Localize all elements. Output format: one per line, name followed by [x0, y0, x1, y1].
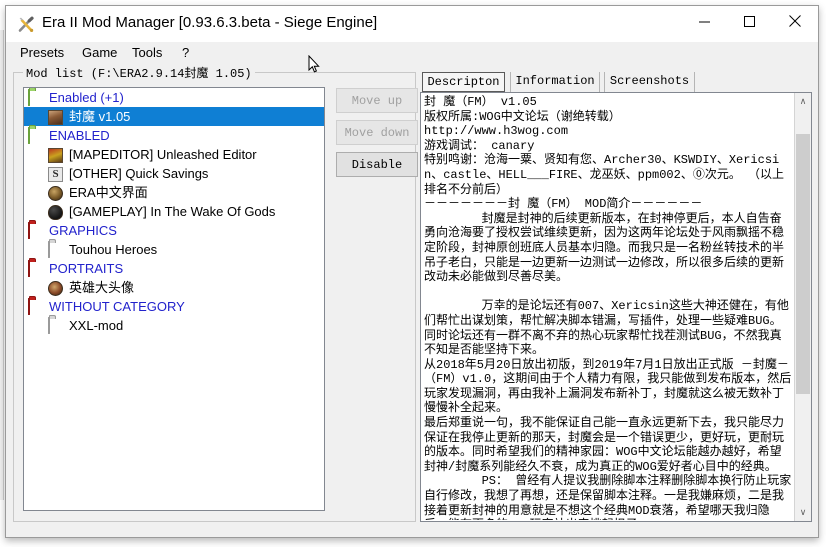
description-scrollbar[interactable]: ∧ ∨ [794, 93, 811, 521]
mod-list-item[interactable]: Touhou Heroes [24, 240, 324, 259]
mod-row-label: ERA中文界面 [69, 184, 148, 200]
mod-row-label: GRAPHICS [49, 222, 117, 238]
wog-icon [48, 204, 64, 220]
mod-category-row[interactable]: Enabled (+1) [24, 88, 324, 107]
mod-portrait-icon [48, 109, 64, 125]
mod-list-item[interactable]: 封魔 v1.05 [24, 107, 324, 126]
window-title: Era II Mod Manager [0.93.6.3.beta - Sieg… [42, 14, 378, 31]
scrollbar-thumb[interactable] [796, 133, 810, 394]
mod-category-row[interactable]: ENABLED [24, 126, 324, 145]
folder-red-icon [28, 297, 44, 315]
folder-red-icon [28, 259, 44, 277]
folder-red-icon [28, 221, 44, 239]
description-box: 封 魔（FM） v1.05 版权所属:WOG中文论坛（谢绝转载） http://… [420, 92, 812, 522]
mod-row-label: XXL-mod [69, 317, 124, 333]
menu-item-tools[interactable]: Tools [128, 44, 166, 61]
tools-icon [17, 16, 35, 34]
move-down-button[interactable]: Move down [336, 120, 418, 145]
maximize-button[interactable] [727, 6, 772, 36]
mod-list-item[interactable]: S [OTHER] Quick Savings [24, 164, 324, 183]
mod-row-label: 英雄大头像 [69, 279, 135, 295]
disable-button[interactable]: Disable [336, 152, 418, 177]
tab-strip: Descripton Information Screenshots [420, 72, 812, 93]
details-panel: Descripton Information Screenshots 封 魔（FM）… [420, 72, 812, 522]
desktop-edge-sliver [0, 30, 4, 500]
map-editor-icon [48, 147, 64, 163]
mod-row-label: [OTHER] Quick Savings [69, 165, 209, 181]
menu-item-game[interactable]: Game [78, 44, 121, 61]
move-up-button[interactable]: Move up [336, 88, 418, 113]
mod-list-item[interactable]: [MAPEDITOR] Unleashed Editor [24, 145, 324, 164]
tab-information[interactable]: Information [510, 72, 600, 92]
folder-gray-icon [48, 316, 64, 334]
app-window: Era II Mod Manager [0.93.6.3.beta - Sieg… [5, 5, 819, 538]
mod-row-label: Enabled (+1) [49, 89, 124, 105]
mod-category-row[interactable]: GRAPHICS [24, 221, 324, 240]
mod-list-path-caption: Mod list (F:\ERA2.9.14封魔 1.05) [23, 64, 255, 81]
menu-bar: Presets Game Tools? [6, 42, 818, 62]
mod-row-label: PORTRAITS [49, 260, 124, 276]
mod-category-row[interactable]: WITHOUT CATEGORY [24, 297, 324, 316]
portrait-icon [48, 280, 64, 296]
description-text: 封 魔（FM） v1.05 版权所属:WOG中文论坛（谢绝转载） http://… [424, 95, 792, 520]
mod-list-item[interactable]: [GAMEPLAY] In The Wake Of Gods [24, 202, 324, 221]
mod-list-box[interactable]: Enabled (+1) 封魔 v1.05 ENABLED [MAPEDITOR] U… [23, 87, 325, 511]
mod-list-item[interactable]: 英雄大头像 [24, 278, 324, 297]
menu-item-[interactable]: ? [178, 44, 193, 61]
mod-list-item[interactable]: ERA中文界面 [24, 183, 324, 202]
folder-green-icon [28, 126, 44, 144]
mod-row-label: ENABLED [49, 127, 110, 143]
mod-category-row[interactable]: PORTRAITS [24, 259, 324, 278]
title-bar: Era II Mod Manager [0.93.6.3.beta - Sieg… [6, 6, 818, 42]
mod-list-group: Mod list (F:\ERA2.9.14封魔 1.05) Enabled (… [13, 64, 418, 522]
tab-descripton[interactable]: Descripton [422, 72, 505, 92]
scroll-down-arrow-icon[interactable]: ∨ [795, 504, 811, 521]
minimize-button[interactable] [682, 6, 727, 36]
tab-screenshots[interactable]: Screenshots [604, 72, 695, 92]
quick-save-icon: S [48, 166, 64, 182]
era-shield-icon [48, 185, 64, 201]
mod-row-label: WITHOUT CATEGORY [49, 298, 185, 314]
folder-green-icon [28, 88, 44, 106]
mod-row-label: Touhou Heroes [69, 241, 158, 257]
close-button[interactable] [772, 6, 817, 36]
mod-row-label: [MAPEDITOR] Unleashed Editor [69, 146, 257, 162]
scroll-up-arrow-icon[interactable]: ∧ [795, 93, 811, 110]
mod-row-label: 封魔 v1.05 [69, 108, 131, 124]
mod-row-label: [GAMEPLAY] In The Wake Of Gods [69, 203, 276, 219]
menu-item-presets[interactable]: Presets [16, 44, 68, 61]
folder-gray-icon [48, 240, 64, 258]
mod-list-item[interactable]: XXL-mod [24, 316, 324, 335]
